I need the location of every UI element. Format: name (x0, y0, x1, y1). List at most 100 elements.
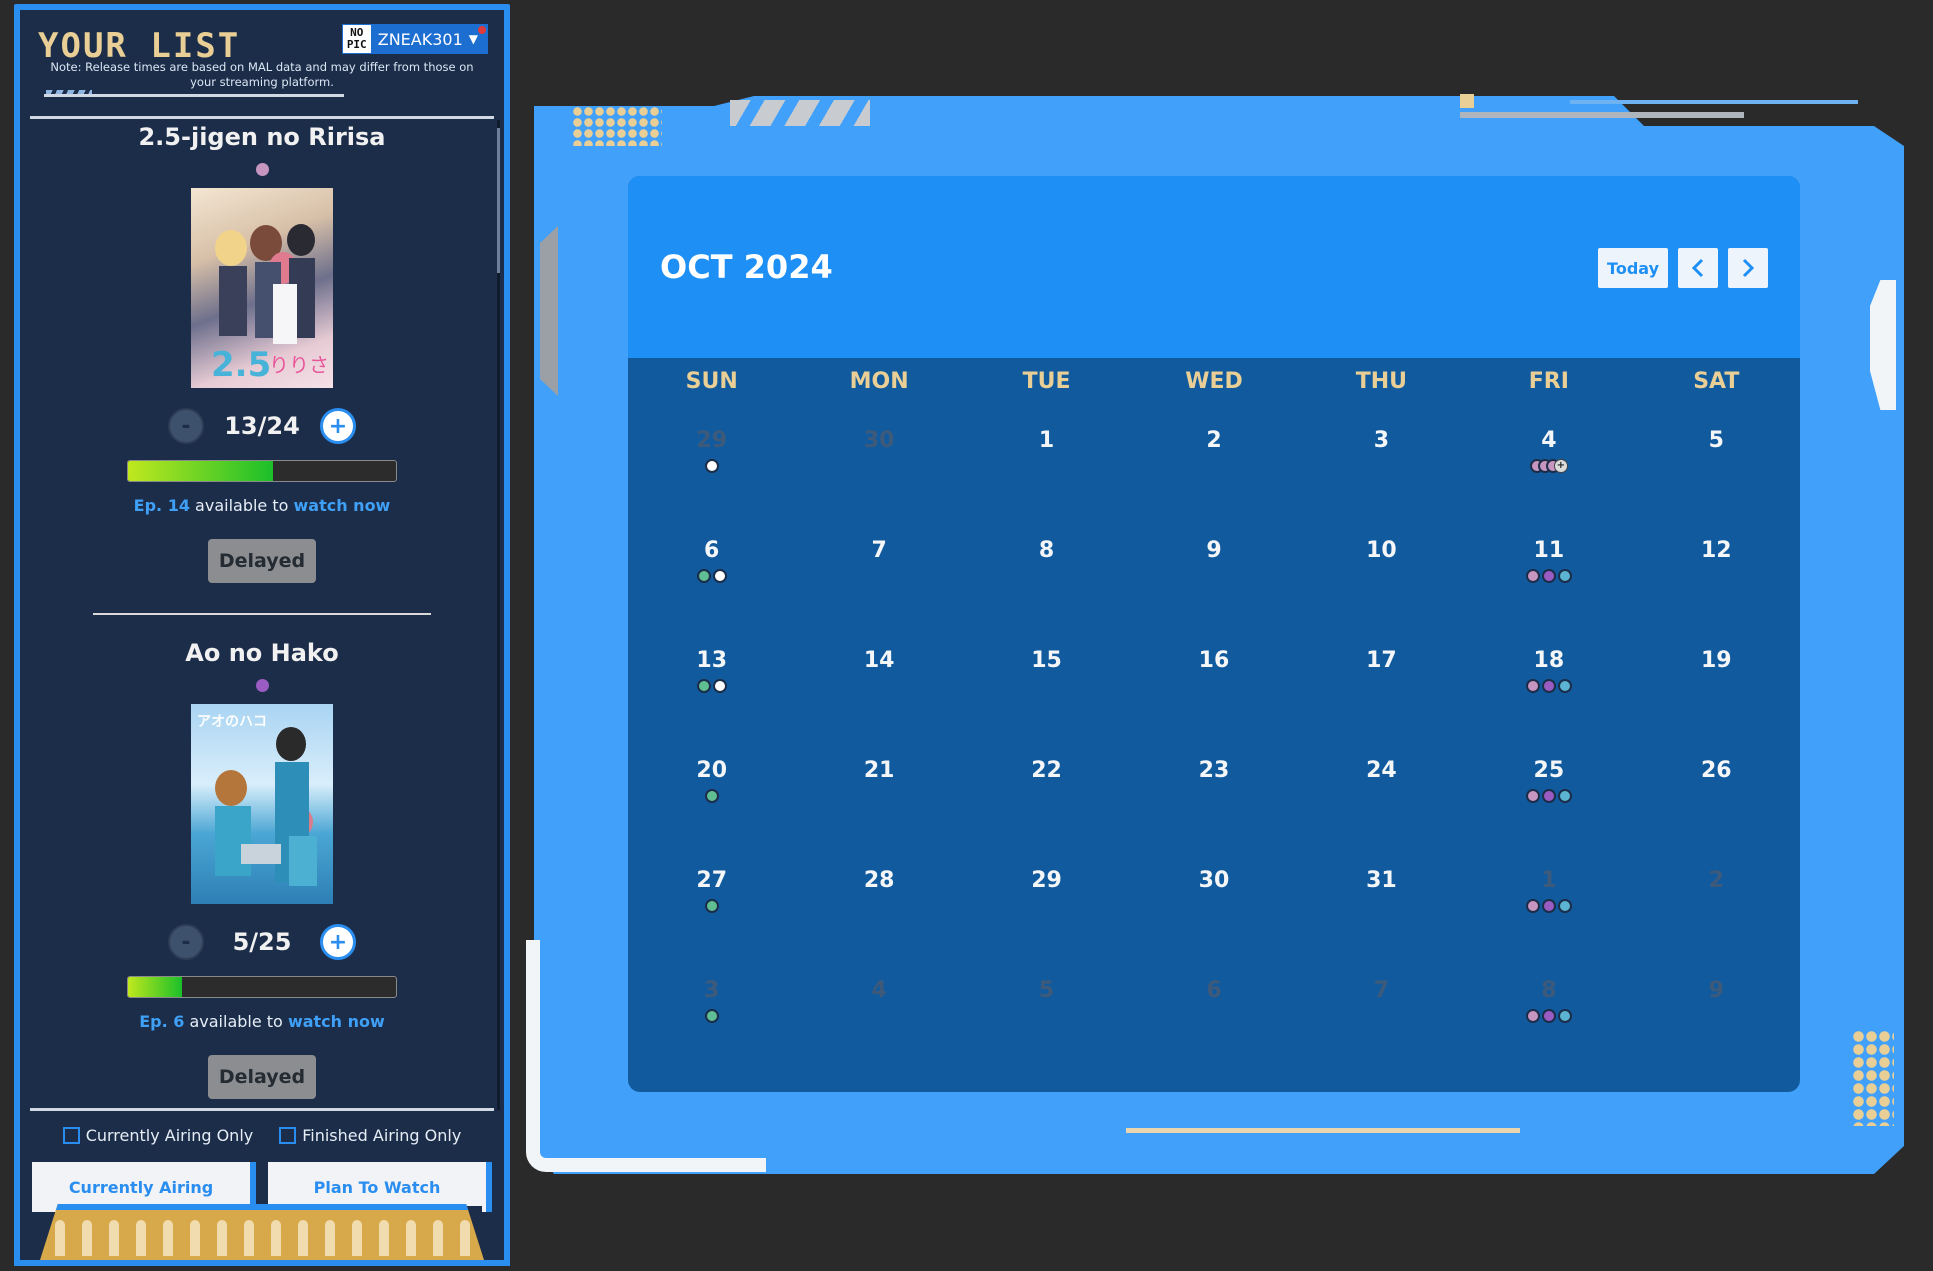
calendar-day-cell[interactable]: 15 (963, 624, 1130, 734)
day-number: 8 (1038, 538, 1055, 563)
episode-dot[interactable] (704, 459, 719, 473)
calendar-day-cell[interactable]: 14 (795, 624, 962, 734)
calendar-day-cell[interactable]: 4 + (1465, 404, 1632, 514)
calendar-day-cell[interactable]: 8 (963, 514, 1130, 624)
episode-dot[interactable] (704, 1009, 719, 1023)
calendar-day-cell[interactable]: 24 (1298, 734, 1465, 844)
calendar-day-cell[interactable]: 2 (1130, 404, 1297, 514)
episode-dot[interactable] (704, 899, 719, 913)
calendar-day-cell[interactable]: 9 (1130, 514, 1297, 624)
calendar-day-cell[interactable]: 7 (795, 514, 962, 624)
calendar-day-cell[interactable]: 8 (1465, 954, 1632, 1064)
calendar-day-cell[interactable]: 1 (1465, 844, 1632, 954)
episode-dot[interactable] (1525, 569, 1540, 583)
calendar-day-cell[interactable]: 19 (1633, 624, 1800, 734)
episode-dot[interactable] (1525, 679, 1540, 693)
scrollbar-thumb[interactable] (497, 128, 500, 273)
day-number: 25 (1533, 758, 1565, 783)
calendar-day-cell[interactable]: 17 (1298, 624, 1465, 734)
episode-dot[interactable] (1525, 1009, 1540, 1023)
episode-dot[interactable] (1541, 899, 1556, 913)
episode-dot[interactable] (1541, 789, 1556, 803)
filter-currently-airing-only[interactable]: Currently Airing Only (62, 1126, 253, 1145)
episode-dots (1130, 1009, 1297, 1023)
calendar-day-cell[interactable]: 25 (1465, 734, 1632, 844)
calendar-day-cell[interactable]: 6 (628, 514, 795, 624)
calendar-day-cell[interactable]: 5 (1633, 404, 1800, 514)
episode-dot[interactable] (1525, 899, 1540, 913)
calendar-day-cell[interactable]: 22 (963, 734, 1130, 844)
episode-dot[interactable] (712, 569, 727, 583)
calendar-day-cell[interactable]: 9 (1633, 954, 1800, 1064)
calendar-day-cell[interactable]: 18 (1465, 624, 1632, 734)
delayed-button[interactable]: Delayed (208, 1055, 316, 1099)
calendar-day-cell[interactable]: 27 (628, 844, 795, 954)
calendar-day-cell[interactable]: 29 (628, 404, 795, 514)
calendar-day-cell[interactable]: 30 (1130, 844, 1297, 954)
calendar-day-cell[interactable]: 23 (1130, 734, 1297, 844)
header-deco-line (44, 94, 344, 97)
watch-now-link[interactable]: watch now (288, 1012, 385, 1031)
calendar-day-cell[interactable]: 7 (1298, 954, 1465, 1064)
episode-dot[interactable] (1541, 679, 1556, 693)
prev-month-button[interactable] (1678, 248, 1718, 288)
calendar-day-cell[interactable]: 12 (1633, 514, 1800, 624)
next-month-button[interactable] (1728, 248, 1768, 288)
calendar-day-cell[interactable]: 11 (1465, 514, 1632, 624)
episode-dot[interactable] (1557, 1009, 1572, 1023)
filter-finished-airing-only[interactable]: Finished Airing Only (279, 1126, 461, 1145)
episode-dot[interactable] (704, 789, 719, 803)
day-number: 1 (1038, 428, 1055, 453)
increment-button[interactable]: + (320, 408, 356, 444)
increment-button[interactable]: + (320, 924, 356, 960)
chevron-right-icon (1742, 258, 1755, 278)
episode-dot[interactable] (1557, 569, 1572, 583)
episode-dot[interactable] (696, 569, 711, 583)
calendar-day-cell[interactable]: 1 (963, 404, 1130, 514)
calendar-day-cell[interactable]: 16 (1130, 624, 1297, 734)
calendar-day-cell[interactable]: 31 (1298, 844, 1465, 954)
episode-dot[interactable] (712, 679, 727, 693)
calendar-day-cell[interactable]: 28 (795, 844, 962, 954)
day-number: 7 (1373, 978, 1390, 1003)
episode-dot[interactable] (1557, 789, 1572, 803)
calendar-day-cell[interactable]: 13 (628, 624, 795, 734)
episode-dots (628, 569, 795, 583)
calendar-day-cell[interactable]: 3 (1298, 404, 1465, 514)
watch-now-link[interactable]: watch now (294, 496, 391, 515)
decrement-button[interactable]: - (168, 924, 204, 960)
delayed-button[interactable]: Delayed (208, 539, 316, 583)
episode-dot[interactable] (1541, 1009, 1556, 1023)
anime-title[interactable]: Ao no Hako (30, 635, 494, 673)
user-menu[interactable]: NO PIC ZNEAK301 ▼ (341, 24, 488, 54)
calendar-day-cell[interactable]: 6 (1130, 954, 1297, 1064)
frame-line-deco (1460, 112, 1744, 118)
today-button[interactable]: Today (1598, 248, 1668, 288)
card-separator (93, 613, 431, 615)
episode-dots (1130, 459, 1297, 473)
checkbox[interactable] (62, 1127, 80, 1144)
anime-title[interactable]: 2.5-jigen no Ririsa (30, 119, 494, 157)
episode-dot[interactable] (1525, 789, 1540, 803)
more-episodes-icon[interactable]: + (1553, 459, 1568, 473)
calendar-day-cell[interactable]: 2 (1633, 844, 1800, 954)
episode-dot[interactable] (1557, 679, 1572, 693)
calendar-day-cell[interactable]: 5 (963, 954, 1130, 1064)
weekday-header: SUN MON TUE WED THU FRI SAT (628, 358, 1800, 404)
anime-poster[interactable]: アオのハコ (191, 704, 333, 904)
calendar-day-cell[interactable]: 3 (628, 954, 795, 1064)
episode-dot[interactable] (1541, 569, 1556, 583)
episode-dot[interactable] (696, 679, 711, 693)
calendar-day-cell[interactable]: 4 (795, 954, 962, 1064)
calendar-day-cell[interactable]: 30 (795, 404, 962, 514)
checkbox[interactable] (279, 1127, 297, 1144)
calendar-day-cell[interactable]: 21 (795, 734, 962, 844)
episode-dot[interactable] (1557, 899, 1572, 913)
decrement-button[interactable]: - (168, 408, 204, 444)
calendar-day-cell[interactable]: 10 (1298, 514, 1465, 624)
calendar-day-cell[interactable]: 26 (1633, 734, 1800, 844)
anime-poster[interactable]: 2.5 りりさ (191, 188, 333, 388)
calendar-day-cell[interactable]: 20 (628, 734, 795, 844)
calendar-day-cell[interactable]: 29 (963, 844, 1130, 954)
day-number: 2 (1708, 868, 1724, 893)
